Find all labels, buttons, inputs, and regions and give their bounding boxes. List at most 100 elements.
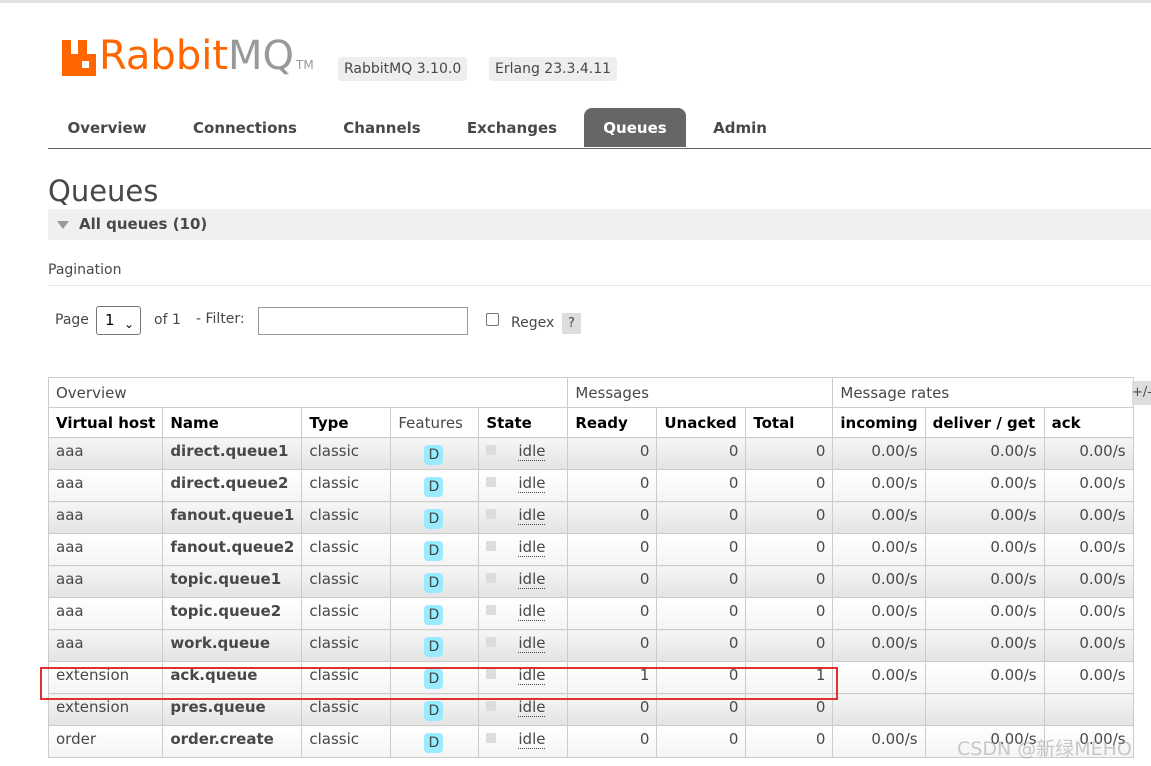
- filter-label: - Filter:: [196, 311, 245, 327]
- cell-features: D: [390, 597, 480, 630]
- tab-channels[interactable]: Channels: [328, 108, 436, 147]
- column-options-button[interactable]: +/-: [1132, 381, 1151, 405]
- queue-name-link[interactable]: order.create: [162, 725, 303, 758]
- state-label[interactable]: idle: [518, 442, 546, 461]
- durable-feature-badge[interactable]: D: [424, 637, 444, 657]
- cell-incoming-rate: 0.00/s: [832, 565, 926, 598]
- cell-incoming-rate: 0.00/s: [832, 501, 926, 534]
- cell-deliver-get-rate: 0.00/s: [924, 469, 1045, 502]
- col-incoming[interactable]: incoming: [832, 407, 926, 438]
- queue-name-link[interactable]: direct.queue1: [162, 437, 303, 470]
- cell-type: classic: [301, 629, 392, 662]
- durable-feature-badge[interactable]: D: [424, 669, 444, 689]
- cell-type: classic: [301, 661, 392, 694]
- queue-name-link[interactable]: direct.queue2: [162, 469, 303, 502]
- page-select-value: 1: [105, 311, 115, 329]
- cell-virtual-host: aaa: [47, 629, 164, 662]
- regex-checkbox[interactable]: [486, 313, 499, 326]
- queue-name-link[interactable]: ack.queue: [162, 661, 303, 694]
- page-title: Queues: [48, 174, 159, 208]
- cell-total: 0: [745, 597, 834, 630]
- tab-connections[interactable]: Connections: [180, 108, 310, 147]
- state-label[interactable]: idle: [518, 506, 546, 525]
- col-state[interactable]: State: [478, 407, 569, 438]
- cell-virtual-host: aaa: [47, 469, 164, 502]
- queue-name-link[interactable]: topic.queue1: [162, 565, 303, 598]
- cell-total: 0: [745, 725, 834, 758]
- column-group-row: Overview Messages Message rates: [47, 377, 1134, 408]
- queue-name-link[interactable]: topic.queue2: [162, 597, 303, 630]
- queue-name-link[interactable]: work.queue: [162, 629, 303, 662]
- table-row: aaa topic.queue1 classic Didle 0 0 0 0.00/s 0.00…: [47, 565, 1134, 598]
- cell-incoming-rate: 0.00/s: [832, 629, 926, 662]
- queue-name-link[interactable]: fanout.queue1: [162, 501, 303, 534]
- durable-feature-badge[interactable]: D: [424, 733, 444, 753]
- cell-virtual-host: extension: [47, 693, 164, 726]
- table-row: aaa work.queue classic Didle 0 0 0 0.00/s 0.00/s…: [47, 629, 1134, 662]
- table-row: aaa direct.queue1 classic Didle 0 0 0 0.00/s 0.0…: [47, 437, 1134, 470]
- cell-ack-rate: 0.00/s: [1043, 629, 1134, 662]
- cell-ack-rate: 0.00/s: [1043, 533, 1134, 566]
- durable-feature-badge[interactable]: D: [424, 701, 444, 721]
- state-label[interactable]: idle: [518, 570, 546, 589]
- cell-incoming-rate: 0.00/s: [832, 725, 926, 758]
- col-ack[interactable]: ack: [1043, 407, 1134, 438]
- cell-type: classic: [301, 725, 392, 758]
- group-message-rates: Message rates: [832, 377, 1134, 408]
- durable-feature-badge[interactable]: D: [424, 445, 444, 465]
- state-label[interactable]: idle: [518, 474, 546, 493]
- cell-unacked: 0: [656, 533, 747, 566]
- tab-overview[interactable]: Overview: [48, 108, 166, 147]
- cell-features: D: [390, 533, 480, 566]
- filter-input[interactable]: [258, 307, 468, 335]
- page-label: Page: [55, 312, 89, 328]
- state-label[interactable]: idle: [518, 634, 546, 653]
- state-label[interactable]: idle: [518, 538, 546, 557]
- durable-feature-badge[interactable]: D: [424, 509, 444, 529]
- rabbitmq-version-badge: RabbitMQ 3.10.0: [338, 57, 468, 81]
- cell-ready: 0: [567, 629, 658, 662]
- rabbitmq-logo[interactable]: Rabbit MQ TM: [62, 36, 314, 76]
- state-label[interactable]: idle: [518, 602, 546, 621]
- cell-type: classic: [301, 469, 392, 502]
- col-ready[interactable]: Ready: [567, 407, 658, 438]
- erlang-version-badge: Erlang 23.3.4.11: [489, 57, 618, 81]
- durable-feature-badge[interactable]: D: [424, 541, 444, 561]
- state-square-icon: [486, 669, 497, 679]
- col-name[interactable]: Name: [162, 407, 303, 438]
- state-label[interactable]: idle: [518, 730, 546, 749]
- cell-deliver-get-rate: 0.00/s: [924, 437, 1045, 470]
- cell-total: 0: [745, 469, 834, 502]
- cell-unacked: 0: [656, 725, 747, 758]
- cell-unacked: 0: [656, 629, 747, 662]
- cell-deliver-get-rate: 0.00/s: [924, 565, 1045, 598]
- regex-help-button[interactable]: ?: [562, 313, 581, 334]
- tab-exchanges[interactable]: Exchanges: [454, 108, 570, 147]
- cell-ack-rate: 0.00/s: [1043, 661, 1134, 694]
- cell-unacked: 0: [656, 501, 747, 534]
- of-pages-label: of 1: [154, 312, 181, 328]
- col-total[interactable]: Total: [745, 407, 834, 438]
- col-unacked[interactable]: Unacked: [656, 407, 747, 438]
- col-type[interactable]: Type: [301, 407, 392, 438]
- state-label[interactable]: idle: [518, 666, 546, 685]
- state-label[interactable]: idle: [518, 698, 546, 717]
- pagination-heading: Pagination: [48, 262, 1151, 286]
- cell-incoming-rate: 0.00/s: [832, 597, 926, 630]
- tab-admin[interactable]: Admin: [700, 108, 780, 147]
- state-square-icon: [486, 573, 497, 583]
- page-select[interactable]: 1 ⌄: [96, 306, 141, 335]
- cell-virtual-host: extension: [47, 661, 164, 694]
- cell-state: idle: [478, 597, 569, 630]
- cell-deliver-get-rate: 0.00/s: [924, 661, 1045, 694]
- queue-name-link[interactable]: fanout.queue2: [162, 533, 303, 566]
- queue-name-link[interactable]: pres.queue: [162, 693, 303, 726]
- all-queues-section-toggle[interactable]: All queues (10): [48, 209, 1151, 240]
- col-deliver-get[interactable]: deliver / get: [924, 407, 1045, 438]
- col-virtual-host[interactable]: Virtual host: [47, 407, 164, 438]
- main-nav-tabs: Overview Connections Channels Exchanges …: [48, 108, 1151, 149]
- durable-feature-badge[interactable]: D: [424, 605, 444, 625]
- tab-queues[interactable]: Queues: [584, 108, 686, 147]
- durable-feature-badge[interactable]: D: [424, 573, 444, 593]
- durable-feature-badge[interactable]: D: [424, 477, 444, 497]
